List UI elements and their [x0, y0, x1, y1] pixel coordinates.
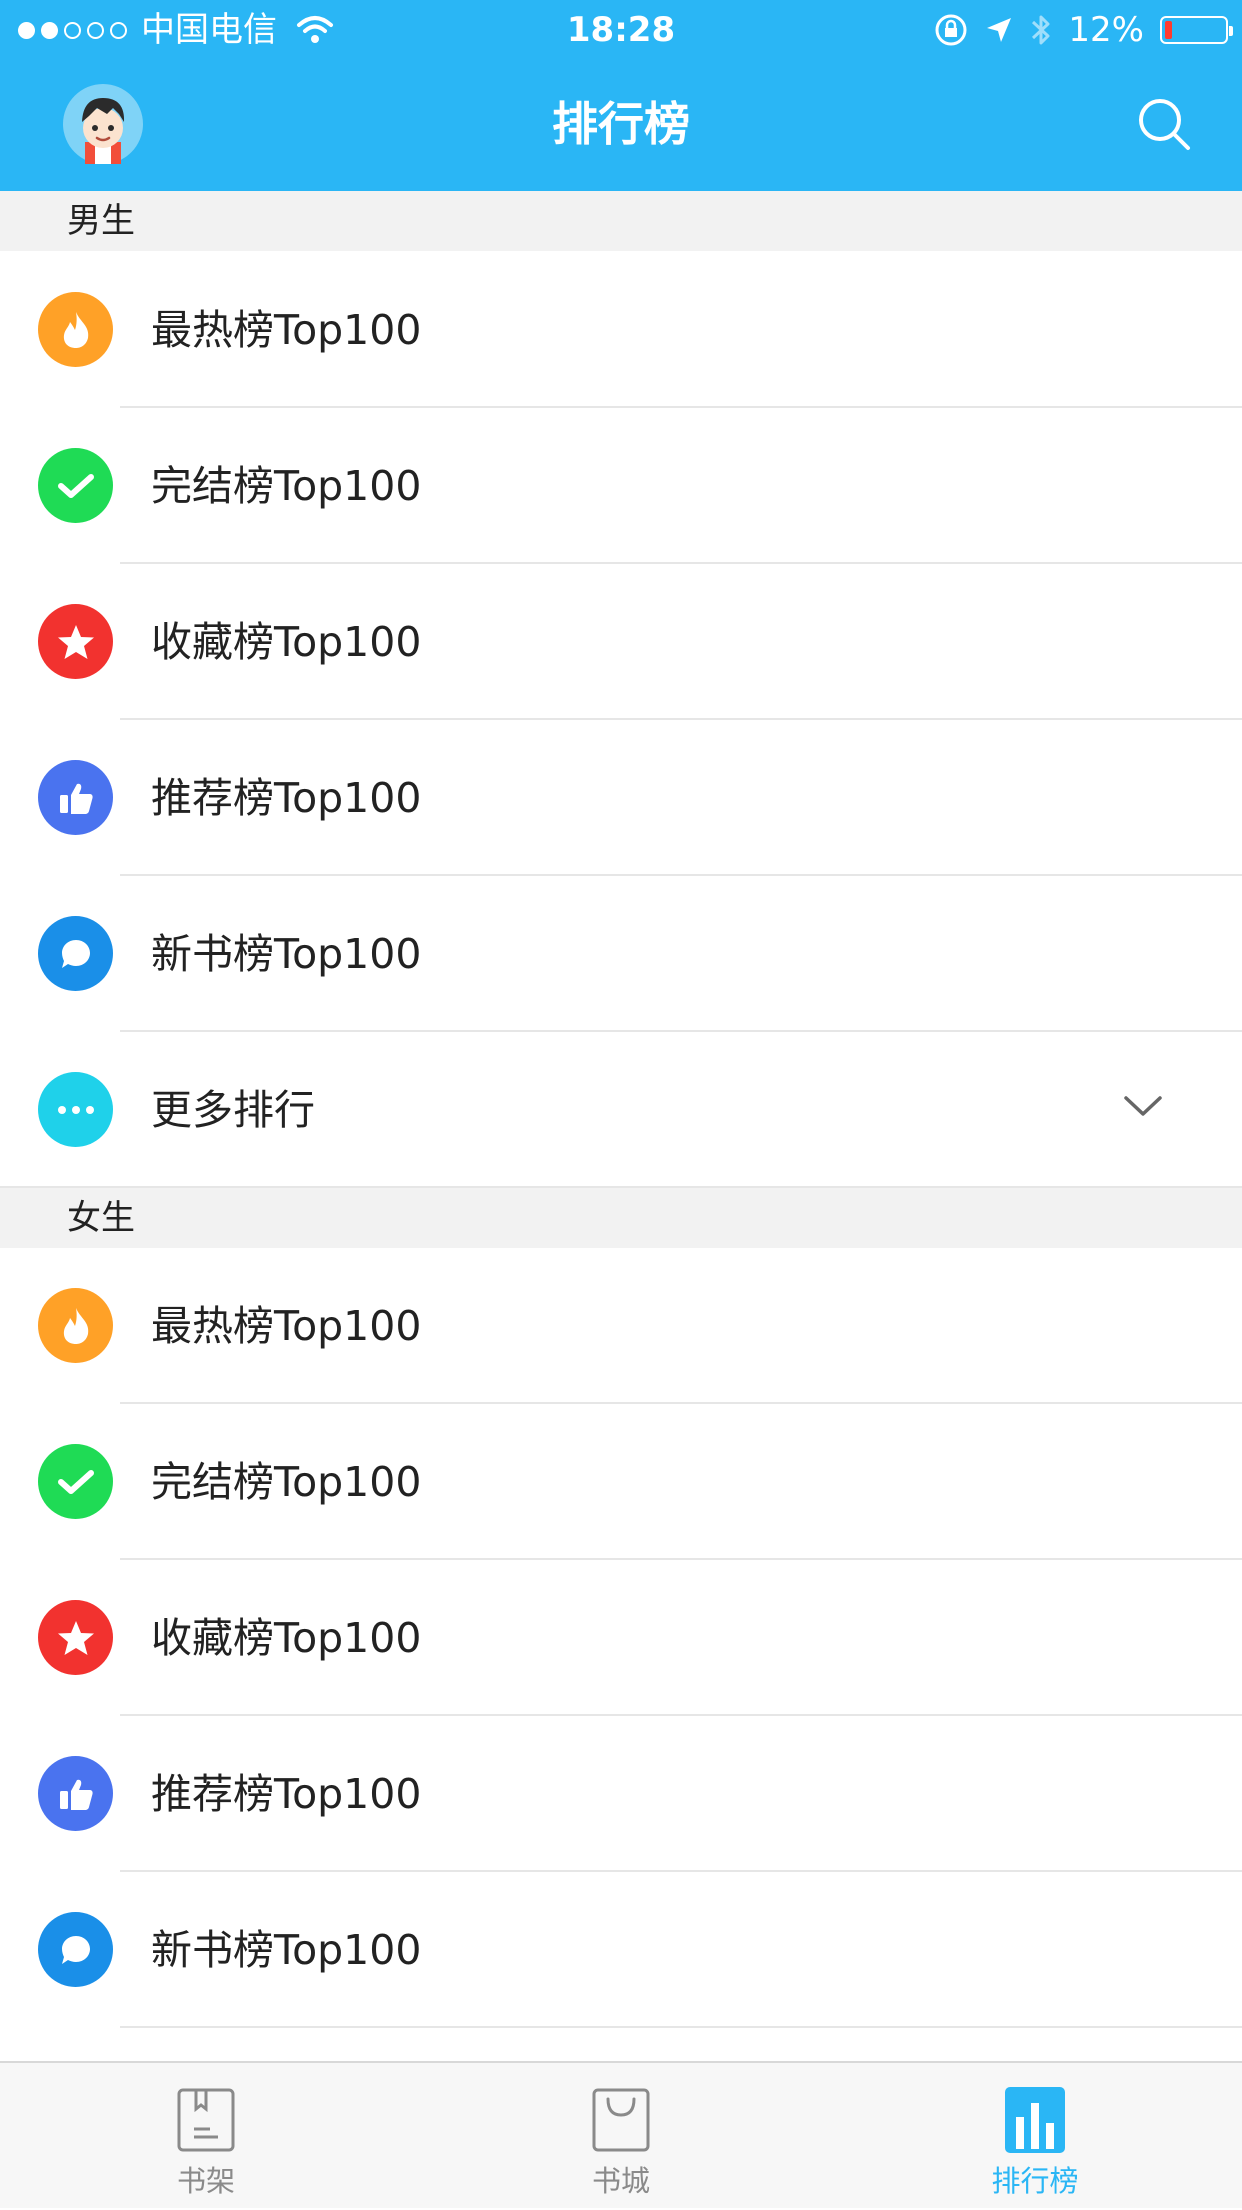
chat-bubble-icon [38, 916, 113, 991]
battery-percent: 12% [1068, 10, 1144, 50]
page-title: 排行榜 [552, 97, 690, 151]
star-icon [38, 604, 113, 679]
row-divider [120, 2026, 1242, 2028]
bookstore-bag-icon [592, 2088, 650, 2152]
tab-ranking[interactable]: 排行榜 [935, 2063, 1135, 2210]
bookshelf-icon [177, 2088, 235, 2152]
list-item-label: 最热榜Top100 [151, 306, 422, 354]
list-item-label: 最热榜Top100 [151, 1302, 422, 1350]
tab-label: 书城 [591, 2164, 650, 2198]
section-header-female: 女生 [0, 1188, 1242, 1248]
list-item-label: 收藏榜Top100 [151, 618, 422, 666]
list-item-label: 更多排行 [151, 1086, 315, 1134]
list-item-ranking[interactable]: 新书榜Top100 [0, 1872, 1242, 2028]
more-dots-icon [38, 1072, 113, 1147]
list-item-ranking[interactable]: 推荐榜Top100 [0, 720, 1242, 876]
location-arrow-icon [987, 18, 1012, 42]
list-item-label: 收藏榜Top100 [151, 1614, 422, 1662]
section-header-male: 男生 [0, 191, 1242, 251]
list-item-label: 完结榜Top100 [151, 462, 422, 510]
list-item-label: 推荐榜Top100 [151, 1770, 422, 1818]
list-item-ranking[interactable]: 最热榜Top100 [0, 1248, 1242, 1404]
section-title: 女生 [67, 1198, 135, 1238]
list-item-ranking[interactable]: 完结榜Top100 [0, 1404, 1242, 1560]
app-header: 中国电信 18:28 12% 排行榜 [0, 0, 1242, 191]
status-bar: 中国电信 18:28 12% [0, 0, 1242, 60]
star-icon [38, 1600, 113, 1675]
search-icon[interactable] [1136, 96, 1192, 152]
tab-bar: 书架 书城 排行榜 [0, 2061, 1242, 2208]
thumbs-up-icon [38, 1756, 113, 1831]
list-item-ranking[interactable]: 收藏榜Top100 [0, 564, 1242, 720]
battery-icon [1160, 16, 1233, 44]
chat-bubble-icon [38, 1912, 113, 1987]
tab-label: 排行榜 [991, 2164, 1079, 2198]
ranking-chart-icon [1005, 2087, 1065, 2153]
tab-bookshelf[interactable]: 书架 [106, 2063, 306, 2210]
list-item-more-rankings[interactable]: 更多排行 [0, 1032, 1242, 1188]
check-icon [38, 1444, 113, 1519]
list-item-ranking[interactable]: 推荐榜Top100 [0, 1716, 1242, 1872]
bluetooth-icon [1032, 15, 1050, 45]
list-item-label: 新书榜Top100 [151, 930, 422, 978]
flame-icon [38, 292, 113, 367]
section-title: 男生 [67, 201, 135, 241]
list-item-label: 新书榜Top100 [151, 1926, 422, 1974]
list-item-ranking[interactable]: 最热榜Top100 [0, 252, 1242, 408]
orientation-lock-icon [935, 14, 967, 46]
tab-bookstore[interactable]: 书城 [521, 2063, 721, 2210]
tab-label: 书架 [176, 2164, 235, 2198]
list-item-ranking[interactable]: 新书榜Top100 [0, 876, 1242, 1032]
thumbs-up-icon [38, 760, 113, 835]
check-icon [38, 448, 113, 523]
list-item-ranking[interactable]: 完结榜Top100 [0, 408, 1242, 564]
list-item-label: 推荐榜Top100 [151, 774, 422, 822]
chevron-down-icon[interactable] [1120, 1084, 1166, 1130]
list-item-ranking[interactable]: 收藏榜Top100 [0, 1560, 1242, 1716]
flame-icon [38, 1288, 113, 1363]
list-item-label: 完结榜Top100 [151, 1458, 422, 1506]
